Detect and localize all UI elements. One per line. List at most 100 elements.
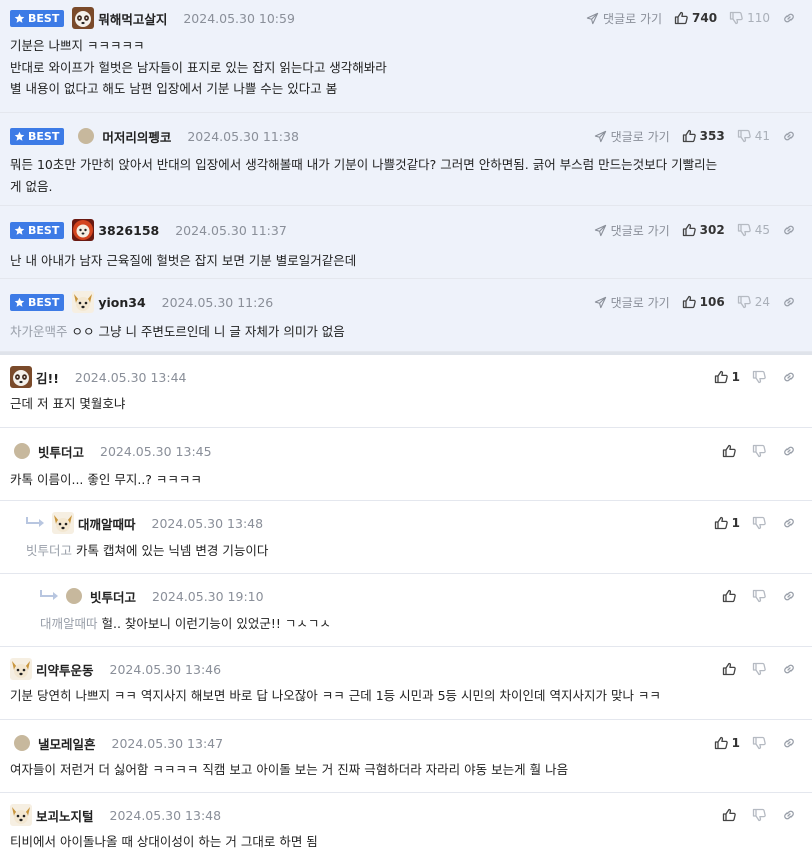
downvote-button[interactable]: 45 [737,223,770,237]
avatar[interactable] [10,804,32,826]
star-icon [14,13,25,24]
comment-date: 2024.05.30 13:44 [74,369,187,385]
comment-date: 2024.05.30 11:38 [187,128,299,144]
thumbs-down-icon [752,662,766,676]
downvote-button[interactable] [752,589,770,603]
upvote-button[interactable]: 740 [674,11,717,25]
nickname[interactable]: 3826158 [98,223,159,238]
mention-nickname[interactable]: 빗투더고 [26,543,72,558]
upvote-count: 1 [731,516,740,530]
goto-comment-button[interactable]: 댓글로 가기 [594,128,670,145]
comment-date: 2024.05.30 11:26 [161,294,274,310]
avatar[interactable] [72,7,94,29]
comment-text: 대깨알때따 헐.. 찾아보니 이런기능이 있었군!! ㄱㅅㄱㅅ [40,616,331,631]
mention-nickname[interactable]: 차가운맥주 [10,324,68,339]
downvote-button[interactable] [752,444,770,458]
upvote-count: 302 [699,223,725,237]
goto-comment-button[interactable]: 댓글로 가기 [594,222,670,239]
link-icon [782,11,796,25]
avatar[interactable] [66,588,82,604]
link-icon [782,516,796,530]
reply-comment: 빗투더고 2024.05.30 19:10 대깨알때따 헐.. 찾아보니 이런기능… [0,574,812,647]
upvote-button[interactable]: 1 [714,516,740,530]
nickname[interactable]: yion34 [98,295,145,310]
thumbs-up-icon [714,736,728,750]
downvote-button[interactable]: 41 [737,129,770,143]
avatar[interactable] [72,291,94,313]
share-link-button[interactable] [782,295,800,309]
share-link-button[interactable] [782,808,800,822]
avatar[interactable] [14,443,30,459]
best-comment: BEST 뭐해먹고살지 2024.05.30 10:59 댓글로 가기 740 … [0,0,812,113]
comment-date: 2024.05.30 13:48 [151,515,264,531]
upvote-button[interactable] [722,589,740,603]
goto-comment-button[interactable]: 댓글로 가기 [594,294,670,311]
share-link-button[interactable] [782,370,800,384]
comment-text: 차가운맥주 ㅇㅇ 그냥 니 주변도르인데 니 글 자체가 의미가 없음 [10,324,345,339]
nickname[interactable]: 김!! [36,368,59,387]
nickname[interactable]: 빗투더고 [38,442,84,461]
nickname[interactable]: 뭐해먹고살지 [98,9,167,28]
share-link-button[interactable] [782,444,800,458]
upvote-button[interactable]: 353 [682,129,725,143]
comment-text: 여자들이 저런거 더 싫어함 ㅋㅋㅋㅋ 직캠 보고 아이돌 보는 거 진짜 극혐… [10,762,569,777]
nickname[interactable]: 보괴노지털 [36,806,94,825]
downvote-button[interactable]: 24 [737,295,770,309]
nickname[interactable]: 빗투더고 [90,587,136,606]
comment-actions [710,803,800,827]
upvote-button[interactable]: 1 [714,370,740,384]
goto-comment-button[interactable]: 댓글로 가기 [586,10,662,27]
best-comment: BEST yion34 2024.05.30 11:26 댓글로 가기 106 … [0,279,812,352]
share-link-button[interactable] [782,129,800,143]
share-link-button[interactable] [782,516,800,530]
upvote-button[interactable]: 106 [682,295,725,309]
nickname[interactable]: 머저리의펭코 [102,127,171,146]
downvote-button[interactable]: 110 [729,11,770,25]
upvote-button[interactable] [722,808,740,822]
comment: 리약투운동 2024.05.30 13:46 기분 당연히 나쁘지 ㅋㅋ 역지사… [0,647,812,720]
upvote-count: 740 [692,11,718,25]
upvote-button[interactable] [722,444,740,458]
comment-text: 기분 당연히 나쁘지 ㅋㅋ 역지사지 해보면 바로 답 나오잖아 ㅋㅋ 근데 1… [10,688,661,703]
downvote-button[interactable] [752,736,770,750]
send-icon [586,12,599,25]
link-icon [782,295,796,309]
comment-actions [710,584,800,608]
thumbs-up-icon [714,370,728,384]
downvote-button[interactable] [752,662,770,676]
star-icon [14,131,25,142]
avatar[interactable] [78,128,95,144]
share-link-button[interactable] [782,11,800,25]
share-link-button[interactable] [782,662,800,676]
avatar[interactable] [10,658,32,680]
star-icon [14,297,25,308]
upvote-button[interactable]: 302 [682,223,725,237]
link-icon [782,129,796,143]
best-comment: BEST 3826158 2024.05.30 11:37 댓글로 가기 302… [0,206,812,279]
downvote-button[interactable] [752,516,770,530]
avatar[interactable] [52,512,74,534]
link-icon [782,736,796,750]
upvote-count: 1 [731,736,740,750]
best-badge: BEST [10,9,65,27]
upvote-button[interactable]: 1 [714,736,740,750]
mention-nickname[interactable]: 대깨알때따 [40,616,98,631]
nickname[interactable]: 대깨알때따 [78,514,136,533]
downvote-count: 110 [747,11,770,25]
downvote-button[interactable] [752,808,770,822]
avatar[interactable] [10,366,32,388]
comment: 낼모레일흔 2024.05.30 13:47 1 여자들이 저런거 더 싫어함 … [0,720,812,793]
downvote-button[interactable] [752,370,770,384]
avatar[interactable] [72,219,94,241]
share-link-button[interactable] [782,736,800,750]
downvote-count: 45 [754,223,770,237]
best-badge: BEST [10,293,65,311]
share-link-button[interactable] [782,589,800,603]
nickname[interactable]: 리약투운동 [36,660,94,679]
comment: 빗투더고 2024.05.30 13:45 카톡 이름이... 좋인 무지..?… [0,428,812,501]
upvote-button[interactable] [722,662,740,676]
avatar[interactable] [14,735,30,751]
send-icon [594,224,607,237]
nickname[interactable]: 낼모레일흔 [38,734,96,753]
share-link-button[interactable] [782,223,800,237]
